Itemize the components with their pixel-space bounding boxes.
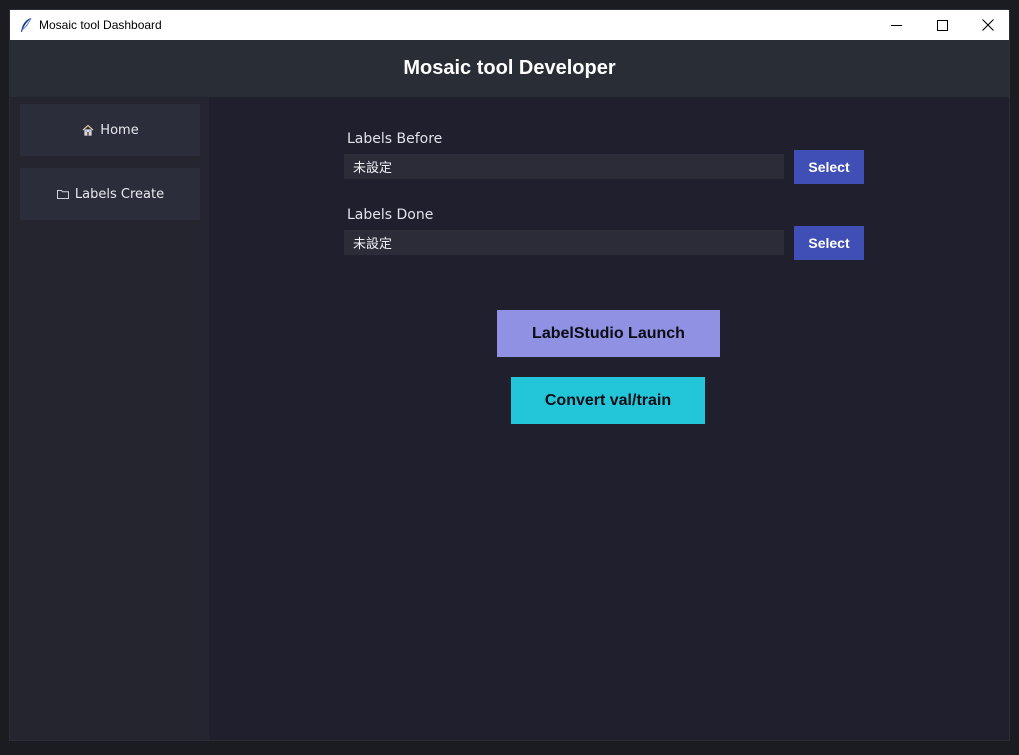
maximize-icon bbox=[936, 19, 948, 31]
sidebar-item-home[interactable]: Home bbox=[20, 104, 200, 156]
labels-done-input[interactable] bbox=[344, 230, 784, 255]
labels-done-label: Labels Done bbox=[347, 207, 434, 223]
title-bar[interactable]: Mosaic tool Dashboard bbox=[10, 10, 1009, 40]
sidebar-item-label: Labels Create bbox=[74, 186, 165, 202]
minimize-icon bbox=[890, 20, 902, 31]
app-window: Mosaic tool Dashboard Mosaic tool Develo… bbox=[9, 9, 1010, 741]
convert-val-train-button[interactable]: Convert val/train bbox=[511, 377, 705, 424]
sidebar-item-labels-create[interactable]: Labels Create bbox=[20, 168, 200, 220]
folder-icon bbox=[56, 187, 70, 201]
app-header: Mosaic tool Developer bbox=[10, 40, 1009, 97]
labels-before-label: Labels Before bbox=[347, 131, 443, 147]
labelstudio-launch-button[interactable]: LabelStudio Launch bbox=[497, 310, 720, 357]
minimize-button[interactable] bbox=[873, 10, 919, 40]
header-title: Mosaic tool Developer bbox=[403, 57, 616, 79]
window-title: Mosaic tool Dashboard bbox=[39, 18, 162, 32]
labels-done-select-button[interactable]: Select bbox=[794, 226, 864, 260]
maximize-button[interactable] bbox=[919, 10, 965, 40]
labels-before-select-button[interactable]: Select bbox=[794, 150, 864, 184]
main-content: Labels Before Select Labels Done Select … bbox=[209, 97, 1009, 740]
house-icon bbox=[81, 123, 95, 137]
feather-icon bbox=[19, 17, 33, 33]
sidebar-item-label: Home bbox=[100, 122, 139, 138]
sidebar: Home Labels Create bbox=[10, 97, 209, 740]
labels-before-input[interactable] bbox=[344, 154, 784, 179]
close-button[interactable] bbox=[965, 10, 1011, 40]
close-icon bbox=[982, 19, 994, 31]
